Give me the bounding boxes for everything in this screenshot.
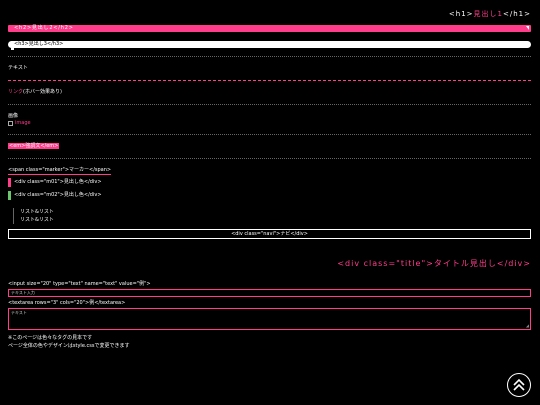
marker-row: <span class="marker">マーカー</span> bbox=[8, 167, 531, 175]
title-suffix: </div> bbox=[496, 259, 531, 268]
list-item-label: リスト&リスト bbox=[20, 209, 54, 215]
input-label: <input size="20" type="text" name="text"… bbox=[8, 281, 151, 287]
back-to-top-button[interactable] bbox=[507, 373, 531, 397]
list-item: リスト&リスト bbox=[20, 208, 531, 216]
heading-h1: <h1>見出し1</h1> bbox=[8, 9, 531, 19]
list-bar bbox=[13, 208, 14, 224]
m01-label: <div class="m01">見出し色</div> bbox=[14, 179, 102, 185]
heading-h3: <h3>見出し3</h3> bbox=[8, 41, 531, 50]
nav-box[interactable]: <div class="navi">ナビ</div> bbox=[8, 229, 531, 239]
image-row: image bbox=[8, 120, 531, 126]
note-line: ページ全体の色やデザインはstyle.cssで変更できます bbox=[8, 343, 130, 349]
arrow-up-icon bbox=[513, 378, 525, 391]
form-section: <input size="20" type="text" name="text"… bbox=[8, 280, 531, 330]
textarea-label: <textarea rows="3" cols="20">例</textarea… bbox=[8, 300, 126, 306]
heading-h2: <h2>見出し2</h2> bbox=[8, 25, 531, 32]
textarea-field[interactable]: テキスト ◢ bbox=[8, 308, 531, 330]
em-sample: <em>強調文</em> bbox=[8, 143, 60, 149]
title-text: タイトル見出し bbox=[433, 259, 497, 268]
page-content: <h1>見出し1</h1> <h2>見出し2</h2> <h3>見出し3</h3… bbox=[8, 0, 531, 350]
divider bbox=[8, 80, 531, 81]
list-item-label: リスト&リスト bbox=[20, 217, 54, 223]
link-note: (ホバー効果あり) bbox=[23, 89, 62, 95]
divider bbox=[8, 158, 531, 159]
bubble-tail-icon bbox=[11, 48, 14, 50]
h2-label: <h2>見出し2</h2> bbox=[14, 25, 74, 31]
m02-label: <div class="m02">見出し色</div> bbox=[14, 192, 102, 198]
title-heading: <div class="title">タイトル見出し</div> bbox=[8, 258, 531, 270]
broken-image-icon bbox=[8, 120, 13, 126]
marker-sample: <span class="marker">マーカー</span> bbox=[8, 167, 112, 175]
sample-link[interactable]: リンク bbox=[8, 89, 23, 95]
note-line: ※このページは色々なタグの見本です bbox=[8, 335, 93, 341]
list-item: リスト&リスト bbox=[20, 216, 531, 224]
image-label: 画像 bbox=[8, 113, 19, 119]
resize-grip-icon[interactable]: ◢ bbox=[526, 323, 529, 328]
divider bbox=[8, 104, 531, 105]
m02-sample: <div class="m02">見出し色</div> bbox=[8, 191, 531, 200]
em-row: <em>強調文</em> bbox=[8, 143, 531, 150]
nav-label: <div class="navi">ナビ</div> bbox=[231, 231, 308, 237]
title-prefix: <div class="title"> bbox=[337, 259, 434, 268]
divider bbox=[8, 134, 531, 135]
textarea-value: テキスト bbox=[11, 310, 27, 315]
link-row: リンク(ホバー効果あり) bbox=[8, 89, 531, 96]
h1-text: 見出し1 bbox=[473, 10, 504, 18]
h1-prefix: <h1> bbox=[448, 10, 474, 18]
text-input[interactable]: テキスト入力 bbox=[8, 289, 531, 297]
corner-icon bbox=[526, 26, 529, 30]
h3-label: <h3>見出し3</h3> bbox=[14, 41, 64, 47]
image-alt: image bbox=[15, 120, 31, 126]
text-sample: テキスト bbox=[8, 65, 28, 71]
notes: ※このページは色々なタグの見本です ページ全体の色やデザインはstyle.css… bbox=[8, 334, 531, 350]
list: リスト&リスト リスト&リスト bbox=[8, 208, 531, 224]
m01-sample: <div class="m01">見出し色</div> bbox=[8, 178, 531, 187]
h1-suffix: </h1> bbox=[503, 10, 531, 18]
divider bbox=[8, 56, 531, 57]
